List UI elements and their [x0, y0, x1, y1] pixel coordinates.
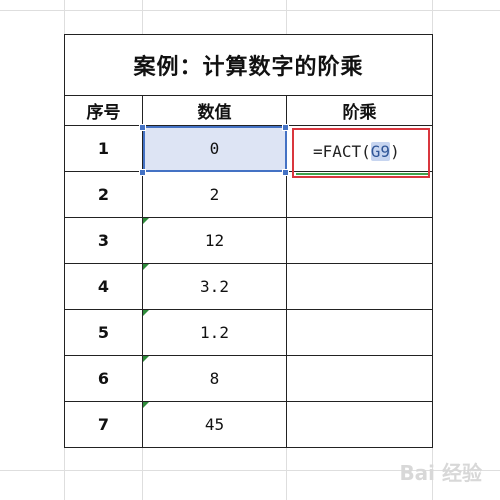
- value-cell[interactable]: 12: [142, 217, 287, 264]
- value-cell[interactable]: 8: [142, 355, 287, 402]
- factorial-cell[interactable]: [286, 309, 433, 356]
- table-row: 2 2: [64, 171, 433, 218]
- value-text: 12: [204, 231, 225, 250]
- value-cell[interactable]: 45: [142, 401, 287, 448]
- index-cell[interactable]: 3: [64, 217, 143, 264]
- formula-cell-reference: G9: [370, 142, 391, 161]
- formula-input[interactable]: =FACT(G9): [313, 142, 400, 161]
- table-row: 7 45: [64, 401, 433, 448]
- selection-handle[interactable]: [282, 169, 289, 176]
- factorial-cell[interactable]: [286, 171, 433, 218]
- value-text: 8: [209, 369, 220, 388]
- index-cell[interactable]: 6: [64, 355, 143, 402]
- header-factorial[interactable]: 阶乘: [286, 95, 433, 126]
- selection-handle[interactable]: [139, 169, 146, 176]
- error-indicator-icon: [143, 264, 149, 270]
- formula-prefix: =FACT(: [313, 142, 371, 161]
- value-text: 1.2: [200, 323, 229, 342]
- table-title[interactable]: 案例：计算数字的阶乘: [64, 34, 433, 96]
- value-text: 3.2: [200, 277, 229, 296]
- header-value[interactable]: 数值: [142, 95, 287, 126]
- factorial-cell[interactable]: [286, 263, 433, 310]
- table-row: 6 8: [64, 355, 433, 402]
- value-text: 45: [204, 415, 225, 434]
- error-indicator-icon: [143, 402, 149, 408]
- error-indicator-icon: [143, 218, 149, 224]
- table-row: 4 3.2: [64, 263, 433, 310]
- index-cell[interactable]: 2: [64, 171, 143, 218]
- factorial-cell[interactable]: [286, 217, 433, 264]
- selection-handle[interactable]: [139, 124, 146, 131]
- error-indicator-icon: [143, 356, 149, 362]
- table-row: 3 12: [64, 217, 433, 264]
- gridline: [0, 10, 500, 11]
- value-cell[interactable]: 2: [142, 171, 287, 218]
- factorial-cell[interactable]: [286, 355, 433, 402]
- formula-suffix: ): [390, 142, 400, 161]
- value-cell[interactable]: 3.2: [142, 263, 287, 310]
- watermark: Bai 经验: [399, 461, 482, 485]
- index-cell[interactable]: 1: [64, 125, 143, 172]
- index-cell[interactable]: 5: [64, 309, 143, 356]
- spreadsheet-table: 案例：计算数字的阶乘 序号 数值 阶乘 1 0 2 2 3 12 4 3.2 5…: [64, 34, 433, 448]
- index-cell[interactable]: 4: [64, 263, 143, 310]
- selection-handle[interactable]: [282, 124, 289, 131]
- value-text: 2: [209, 185, 220, 204]
- value-cell[interactable]: 1.2: [142, 309, 287, 356]
- table-row: 5 1.2: [64, 309, 433, 356]
- error-indicator-icon: [143, 310, 149, 316]
- header-index[interactable]: 序号: [64, 95, 143, 126]
- index-cell[interactable]: 7: [64, 401, 143, 448]
- value-cell-selected[interactable]: 0: [142, 125, 287, 172]
- factorial-cell[interactable]: [286, 401, 433, 448]
- edit-underline: [296, 173, 428, 175]
- value-text: 0: [209, 139, 220, 158]
